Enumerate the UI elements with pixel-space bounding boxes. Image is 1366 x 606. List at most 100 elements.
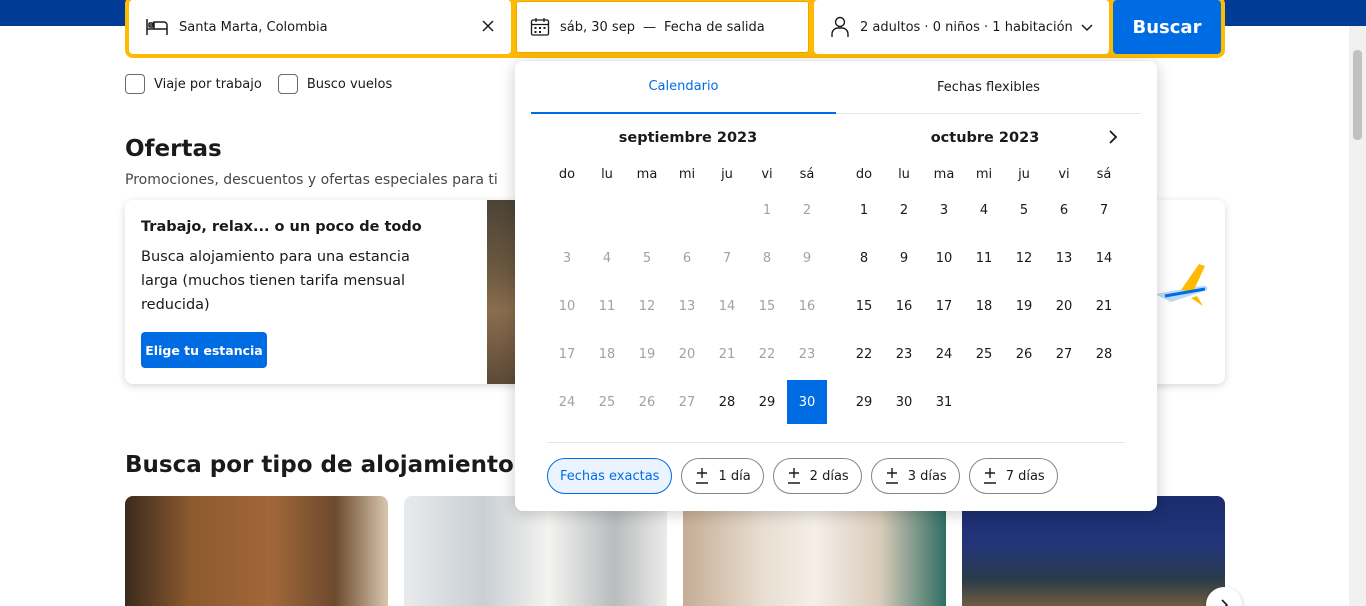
calendar-day[interactable]: 13 [1044,236,1084,280]
weekday-label: do [558,166,576,182]
calendar-day[interactable]: 26 [1004,332,1044,376]
weekday-label: sá [1096,166,1112,182]
calendar-day: 24 [558,394,576,410]
choose-stay-button[interactable]: Elige tu estancia [141,332,267,368]
search-button[interactable]: Buscar [1113,0,1221,54]
calendar-empty-cell [707,188,747,232]
chevron-down-icon [1081,24,1093,32]
calendar-day: 27 [678,394,696,410]
calendar-day[interactable]: 5 [1004,188,1044,232]
page-scrollbar[interactable] [1349,26,1366,606]
calendar-day[interactable]: 28 [1084,332,1124,376]
calendar-day[interactable]: 23 [884,332,924,376]
calendar-day[interactable]: 14 [1084,236,1124,280]
calendar-day[interactable]: 29 [747,380,787,424]
calendar-day[interactable]: 7 [1084,188,1124,232]
calendar-day: 11 [598,298,616,314]
calendar-day[interactable]: 29 [844,380,884,424]
property-type-image[interactable] [125,496,388,606]
calendar-day[interactable]: 1 [844,188,884,232]
calendar-day: 20 [678,346,696,362]
property-type-image[interactable] [404,496,667,606]
calendar-day[interactable]: 21 [1084,284,1124,328]
chip-label: 2 días [809,468,849,484]
business-trip-label: Viaje por trabajo [154,76,262,92]
tab-flexible-dates[interactable]: Fechas flexibles [836,61,1141,114]
weekday-label: sá [799,166,815,182]
calendar-day[interactable]: 2 [884,188,924,232]
calendar-day[interactable]: 6 [1044,188,1084,232]
calendar-day[interactable]: 10 [924,236,964,280]
occupancy-field[interactable]: 2 adultos · 0 niños · 1 habitación [814,0,1109,54]
chip-label: Fechas exactas [560,468,660,484]
calendar-empty-cell [1044,380,1084,424]
flex-days-chip[interactable]: 3 días [870,458,960,494]
weekday-label: ma [933,166,955,182]
property-type-image[interactable] [962,496,1225,606]
calendar-day[interactable]: 18 [964,284,1004,328]
calendar-day[interactable]: 8 [844,236,884,280]
plus-minus-icon [983,468,996,484]
date-picker-popup: Calendario Fechas flexibles septiembre 2… [515,61,1157,511]
month-october: octubre 2023 do lu ma mi ju vi sá 1 2 3 4 5 6 7 8 9 10 1… [844,123,1126,426]
calendar-icon [530,18,550,36]
checkbox-box[interactable] [277,74,298,94]
property-types-heading: Busca por tipo de alojamiento [125,452,514,478]
flex-days-chip[interactable]: 2 días [772,458,862,494]
destination-field[interactable]: Santa Marta, Colombia [129,0,511,54]
calendar-day[interactable]: 27 [1044,332,1084,376]
calendar-day: 16 [798,298,816,314]
checkbox-box[interactable] [125,74,145,94]
dates-field[interactable]: sáb, 30 sep — Fecha de salida [515,0,810,54]
flex-days-chip[interactable]: 1 día [681,458,764,494]
calendar-day: 4 [602,250,612,266]
calendar-day[interactable]: 24 [924,332,964,376]
calendar-day[interactable]: 31 [924,380,964,424]
exact-dates-chip[interactable]: Fechas exactas [547,458,673,494]
occupancy-value: 2 adultos · 0 niños · 1 habitación [860,19,1073,35]
checkin-value: sáb, 30 sep [560,19,635,35]
offers-subtitle: Promociones, descuentos y ofertas especi… [125,172,498,188]
calendar-day[interactable]: 4 [964,188,1004,232]
calendar-day[interactable]: 16 [884,284,924,328]
calendar-day[interactable]: 22 [844,332,884,376]
tab-calendar[interactable]: Calendario [531,61,836,114]
calendar-day[interactable]: 11 [964,236,1004,280]
date-picker-tabs: Calendario Fechas flexibles [531,61,1141,114]
offer-card-image [487,200,517,384]
calendar-day[interactable]: 28 [707,380,747,424]
calendar-day[interactable]: 25 [964,332,1004,376]
calendar-day[interactable]: 12 [1004,236,1044,280]
flex-days-chip[interactable]: 7 días [968,458,1058,494]
property-type-image[interactable] [683,496,946,606]
calendar-day[interactable]: 20 [1044,284,1084,328]
calendar-day[interactable]: 30 [787,380,827,424]
chip-label: 3 días [907,468,947,484]
month-title: octubre 2023 [930,130,1040,146]
next-month-chevron-right-icon[interactable] [1107,129,1119,145]
calendar-day: 23 [798,346,816,362]
calendar-day[interactable]: 3 [924,188,964,232]
checkout-placeholder: Fecha de salida [663,19,765,35]
business-trip-checkbox[interactable]: Viaje por trabajo [125,74,262,94]
calendar-day: 1 [762,202,772,218]
calendar-day[interactable]: 15 [844,284,884,328]
calendar-day[interactable]: 9 [884,236,924,280]
calendar-day[interactable]: 19 [1004,284,1044,328]
calendar-day: 18 [598,346,616,362]
weekday-label: lu [898,166,910,182]
calendar-day: 8 [762,250,772,266]
airplane-icon [1155,264,1208,306]
calendar-day: 19 [638,346,656,362]
chip-label: 7 días [1005,468,1045,484]
calendar-day[interactable]: 17 [924,284,964,328]
weekday-row: do lu ma mi ju vi sá [547,162,829,186]
scrollbar-thumb[interactable] [1353,50,1362,140]
calendar-day[interactable]: 30 [884,380,924,424]
plus-minus-icon [885,468,898,484]
close-icon[interactable] [481,19,495,33]
calendar-day: 9 [802,250,812,266]
calendar-empty-cell [547,188,587,232]
weekday-label: ju [721,166,733,182]
flights-checkbox[interactable]: Busco vuelos [277,74,392,94]
